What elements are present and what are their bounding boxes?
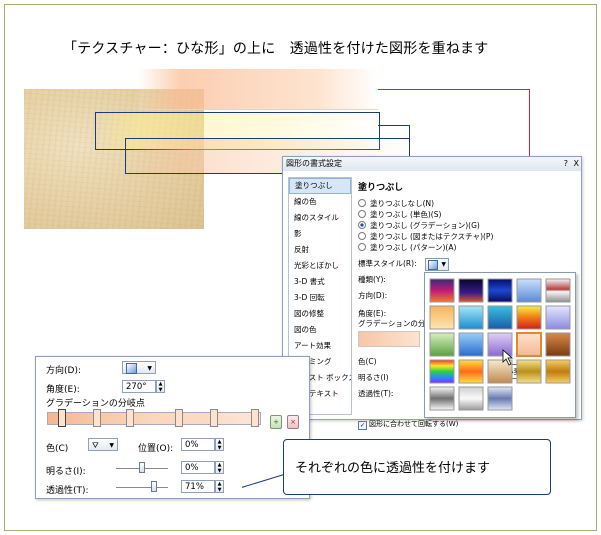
radio-icon bbox=[358, 221, 366, 229]
gradient-stop[interactable] bbox=[126, 409, 134, 427]
angle-input[interactable]: 270° bbox=[122, 380, 156, 393]
dialog-title: 図形の書式設定 bbox=[283, 157, 581, 171]
gradient-shape-1 bbox=[138, 69, 378, 110]
paint-bucket-icon: ⛛ bbox=[92, 441, 99, 450]
nav-item-artistic-effects[interactable]: アート効果 bbox=[289, 338, 351, 354]
radio-label: 塗りつぶしなし(N) bbox=[370, 199, 435, 208]
color-picker-button[interactable]: ⛛ ▼ bbox=[88, 438, 118, 451]
gradient-stops-bar[interactable] bbox=[358, 331, 420, 347]
nav-item-glow[interactable]: 光彩とぼかし bbox=[289, 258, 351, 274]
page-title: 「テクスチャー：ひな形」の上に 透過性を付けた図形を重ねます bbox=[63, 41, 489, 57]
nav-item-line-color[interactable]: 線の色 bbox=[289, 194, 351, 210]
radio-label: 塗りつぶし (グラデーション)(G) bbox=[370, 221, 480, 230]
brightness-label: 明るさ(I): bbox=[46, 467, 86, 477]
gradient-swatch-icon bbox=[427, 259, 438, 270]
transparency-label: 透過性(T): bbox=[358, 389, 394, 398]
brightness-slider-thumb[interactable] bbox=[139, 462, 145, 473]
checkbox-label: 図形に合わせて回転する(W) bbox=[369, 420, 459, 428]
radio-solid-fill[interactable]: 塗りつぶし (単色)(S) bbox=[355, 209, 577, 220]
chevron-down-icon: ▼ bbox=[441, 260, 446, 268]
radio-pattern-fill[interactable]: 塗りつぶし (パターン)(A) bbox=[355, 242, 577, 253]
gradient-stop[interactable] bbox=[175, 409, 183, 427]
gradient-stop[interactable] bbox=[251, 409, 259, 427]
checkbox-icon: ✓ bbox=[358, 421, 367, 430]
radio-picture-fill[interactable]: 塗りつぶし (図またはテクスチャ)(P) bbox=[355, 231, 577, 242]
close-button[interactable]: X bbox=[574, 159, 579, 168]
rotate-with-shape-checkbox[interactable]: ✓ 図形に合わせて回転する(W) bbox=[358, 419, 458, 430]
brightness-input[interactable]: 0% bbox=[181, 461, 215, 474]
position-input[interactable]: 0% bbox=[181, 438, 215, 451]
spinner-icon[interactable]: ▲ ▼ bbox=[215, 461, 224, 474]
nav-item-3d-rotation[interactable]: 3-D 回転 bbox=[289, 290, 351, 306]
gradient-stop[interactable] bbox=[210, 409, 218, 427]
zoom-stops-label: グラデーションの分岐点 bbox=[46, 399, 145, 409]
spinner-icon[interactable]: ▲ ▼ bbox=[215, 480, 224, 493]
radio-icon bbox=[358, 243, 366, 251]
color-label: 色(C) bbox=[358, 357, 377, 366]
nav-item-picture-color[interactable]: 図の色 bbox=[289, 322, 351, 338]
zoom-color-label: 色(C) bbox=[46, 444, 69, 454]
nav-item-line-style[interactable]: 線のスタイル bbox=[289, 210, 351, 226]
spinner-icon[interactable]: ▲ ▼ bbox=[215, 438, 224, 451]
radio-label: 塗りつぶし (単色)(S) bbox=[370, 210, 442, 219]
nav-item-fill[interactable]: 塗りつぶし bbox=[289, 178, 351, 194]
callout-text: それぞれの色に透過性を付けます bbox=[295, 461, 491, 476]
nav-item-3d-format[interactable]: 3-D 書式 bbox=[289, 274, 351, 290]
preset-gradient-gallery bbox=[424, 272, 576, 418]
gradient-swatch-icon bbox=[126, 363, 137, 374]
zoom-angle-label: 角度(E): bbox=[46, 385, 80, 395]
radio-label: 塗りつぶし (パターン)(A) bbox=[370, 243, 457, 252]
transparency-label: 透過性(T): bbox=[46, 486, 89, 496]
preset-gradient-dropdown[interactable]: ▼ bbox=[424, 257, 449, 271]
remove-stop-button[interactable]: × bbox=[287, 415, 299, 429]
nav-item-shadow[interactable]: 影 bbox=[289, 226, 351, 242]
radio-icon bbox=[358, 232, 366, 240]
nav-item-picture-corrections[interactable]: 図の修整 bbox=[289, 306, 351, 322]
gradient-stop[interactable] bbox=[58, 409, 66, 427]
type-label: 種類(Y): bbox=[358, 275, 386, 284]
chevron-down-icon: ▼ bbox=[147, 365, 152, 372]
chevron-down-icon: ▼ bbox=[109, 442, 114, 449]
transparency-slider-track[interactable] bbox=[116, 487, 168, 488]
tooltip: 小麦 bbox=[502, 364, 525, 379]
pane-title: 塗りつぶし bbox=[358, 183, 404, 193]
brightness-label: 明るさ(I) bbox=[358, 373, 389, 382]
transparency-slider-thumb[interactable] bbox=[151, 481, 157, 492]
radio-gradient-fill[interactable]: 塗りつぶし (グラデーション)(G) bbox=[355, 220, 577, 231]
spinner-icon[interactable]: ▲ ▼ bbox=[156, 380, 165, 393]
connector-line bbox=[378, 125, 410, 126]
red-arrow-horizontal bbox=[378, 89, 530, 90]
zoom-direction-label: 方向(D): bbox=[46, 366, 81, 376]
position-label: 位置(O): bbox=[138, 444, 174, 454]
radio-icon bbox=[358, 210, 366, 218]
preset-row: 標準スタイル(R): ▼ bbox=[355, 256, 577, 272]
direction-dropdown[interactable]: ▼ bbox=[122, 361, 156, 374]
nav-item-reflection[interactable]: 反射 bbox=[289, 242, 351, 258]
add-stop-button[interactable]: + bbox=[270, 415, 282, 429]
radio-label: 塗りつぶし (図またはテクスチャ)(P) bbox=[370, 232, 494, 241]
preset-label: 標準スタイル(R): bbox=[358, 259, 417, 268]
help-button[interactable]: ? bbox=[564, 159, 568, 168]
radio-icon bbox=[358, 199, 366, 207]
gradient-stop[interactable] bbox=[93, 409, 101, 427]
transparency-input[interactable]: 71% bbox=[181, 480, 215, 493]
direction-label: 方向(D): bbox=[358, 291, 388, 300]
gradient-stops-bar[interactable] bbox=[47, 412, 261, 425]
radio-no-fill[interactable]: 塗りつぶしなし(N) bbox=[355, 198, 577, 209]
